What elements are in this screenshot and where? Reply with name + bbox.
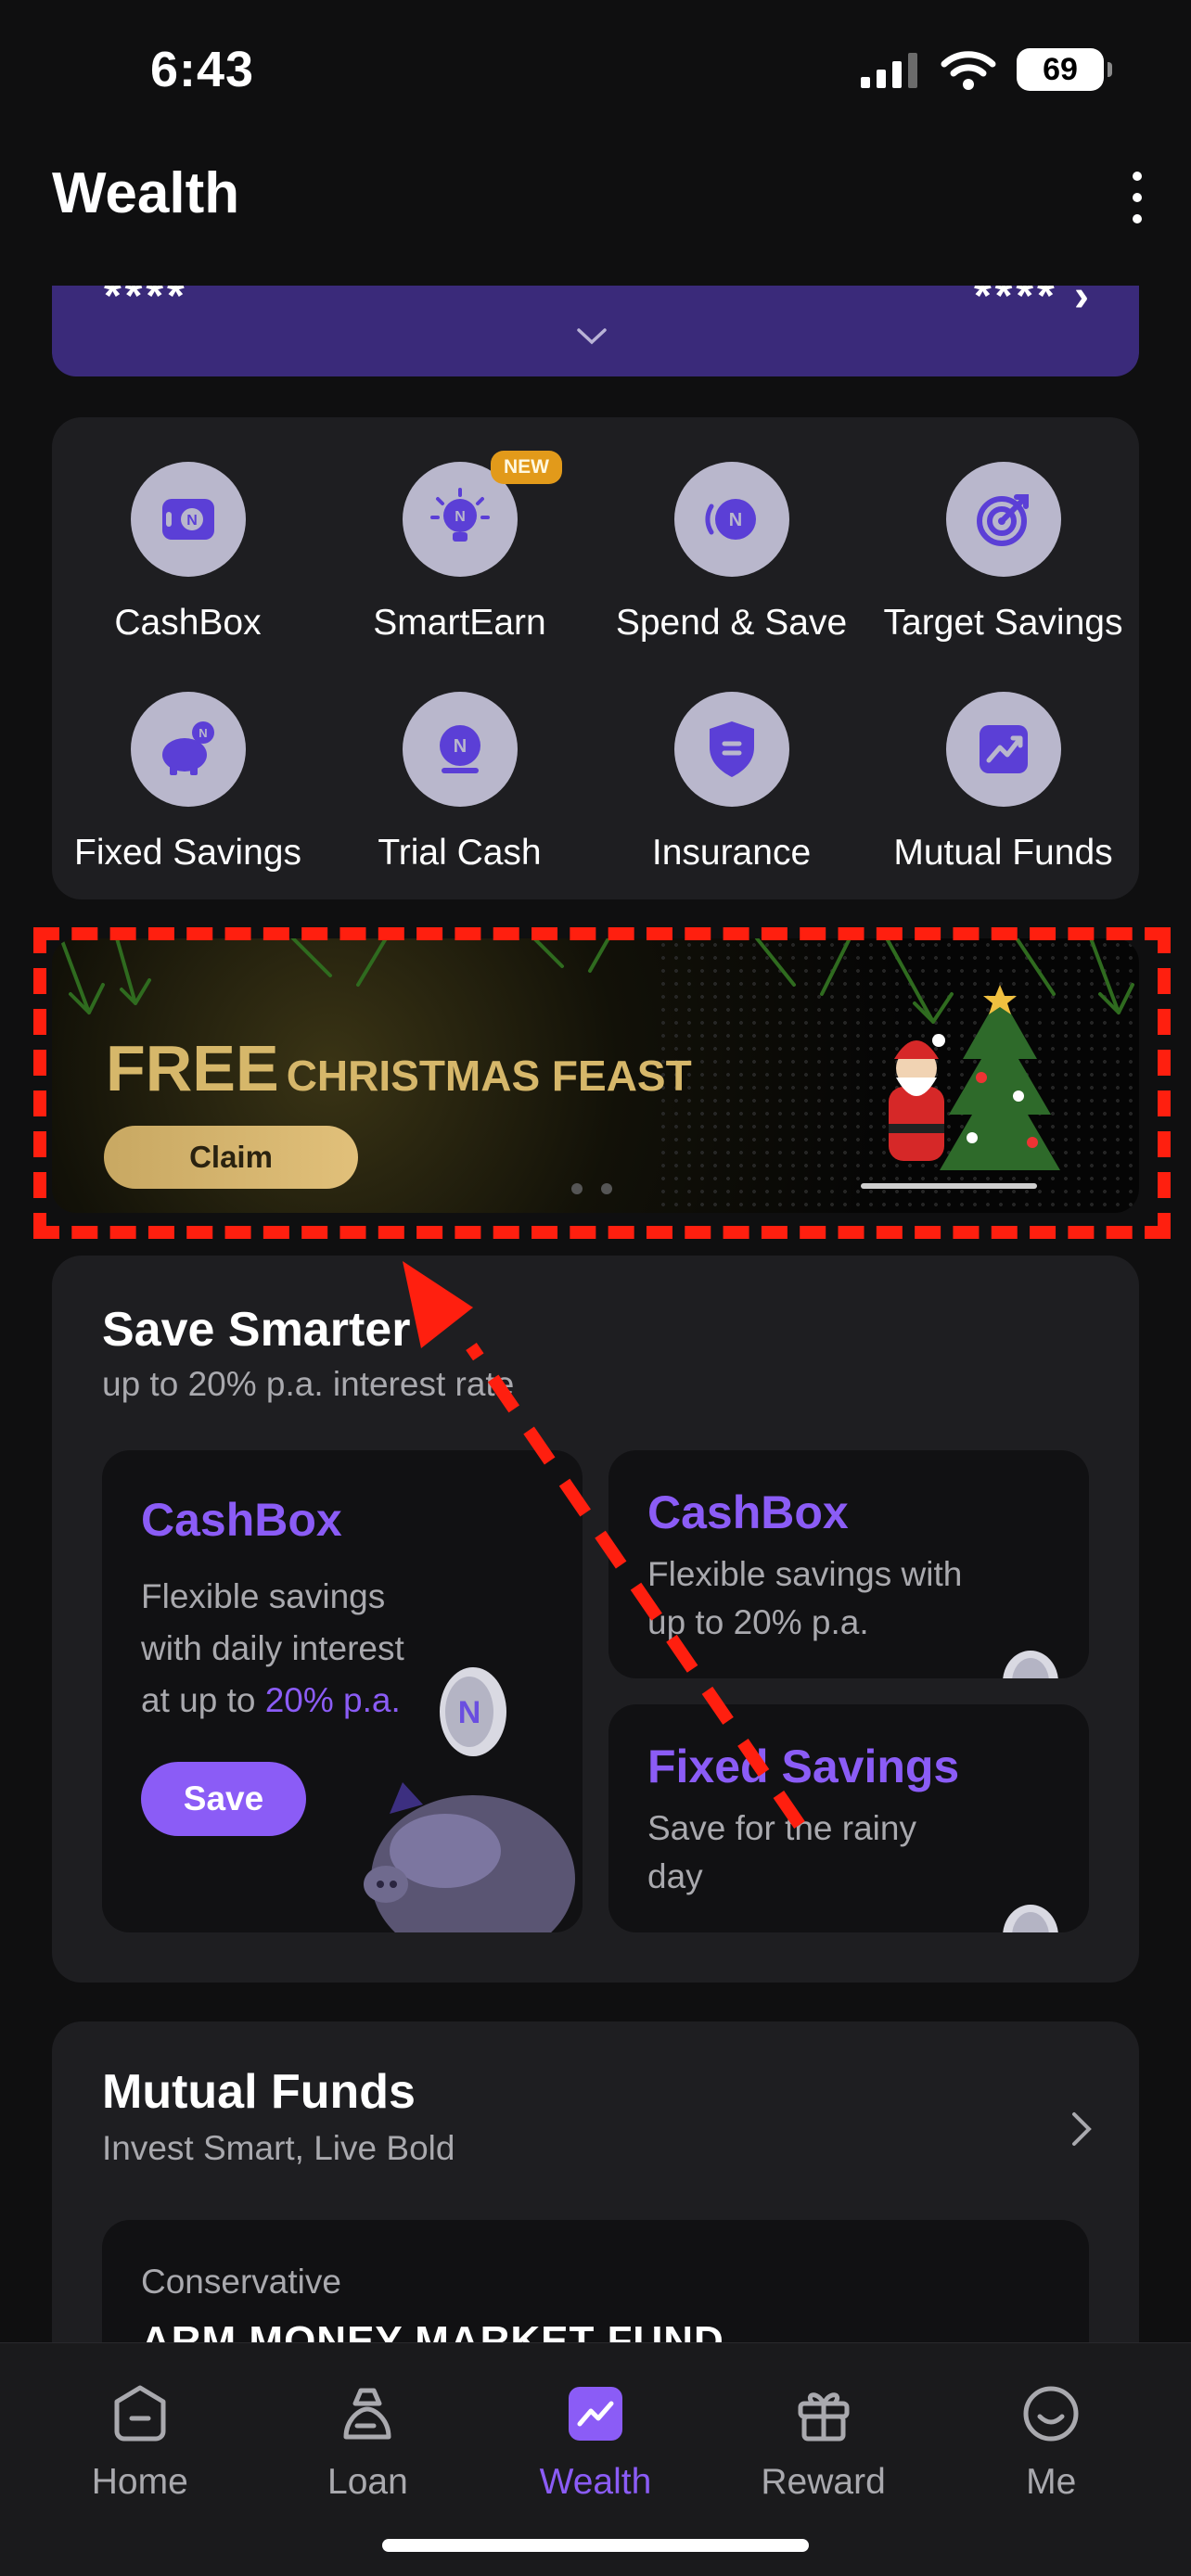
tile-desc-line: Flexible savings [141, 1577, 386, 1615]
quick-action-smartearn[interactable]: N NEW SmartEarn [324, 451, 596, 644]
section-subtitle: up to 20% p.a. interest rate [102, 1365, 515, 1403]
chevron-down-icon[interactable] [575, 326, 608, 347]
quick-action-spend-save[interactable]: N Spend & Save [596, 462, 867, 644]
nav-me[interactable]: Me [949, 2343, 1153, 2503]
save-button[interactable]: Save [141, 1762, 306, 1836]
target-icon [976, 494, 1029, 546]
home-icon [114, 2385, 166, 2442]
quick-action-label: Fixed Savings [74, 833, 301, 873]
tile-desc-line: Save for the rainy [647, 1809, 916, 1847]
tile-title: CashBox [647, 1486, 849, 1538]
cashbox-tile[interactable]: CashBox Flexible savings with up to 20% … [608, 1450, 1089, 1678]
status-time: 6:43 [150, 42, 255, 97]
coin-icon [1003, 1651, 1058, 1678]
lightbulb-icon: N [429, 488, 490, 542]
section-title: Mutual Funds [102, 2065, 416, 2119]
chart-up-icon [979, 725, 1028, 773]
quick-actions-card: N CashBox N NEW SmartEarn N Spend & Save… [52, 417, 1139, 899]
nav-label: Loan [327, 2462, 408, 2502]
wifi-icon [941, 51, 996, 90]
tile-desc-prefix: at up to [141, 1681, 265, 1719]
cashbox-feature-tile[interactable]: CashBox Flexible savings with daily inte… [102, 1450, 583, 1932]
wealth-icon [568, 2387, 622, 2441]
smile-icon [1023, 2386, 1079, 2442]
save-smarter-card: Save Smarter up to 20% p.a. interest rat… [52, 1256, 1139, 1983]
tile-title: Fixed Savings [647, 1741, 960, 1792]
banner-headline-rest: CHRISTMAS FEAST [286, 1052, 692, 1100]
loan-icon [343, 2388, 391, 2440]
svg-text:N: N [198, 726, 207, 740]
quick-action-label: Insurance [651, 833, 812, 873]
nav-label: Me [1026, 2462, 1077, 2502]
santa-christmas-tree-illustration [861, 985, 1060, 1189]
trial-cash-icon: N [439, 725, 480, 773]
quick-action-label: Mutual Funds [893, 833, 1113, 873]
svg-text:N: N [186, 513, 198, 529]
quick-action-label: Target Savings [883, 603, 1123, 643]
quick-action-label: CashBox [114, 603, 262, 643]
status-icons: 69 [861, 48, 1112, 91]
nav-reward[interactable]: Reward [722, 2343, 926, 2503]
tile-desc-line: day [647, 1857, 703, 1895]
shield-icon [709, 721, 754, 777]
nav-home[interactable]: Home [38, 2343, 242, 2503]
tile-description: Save for the rainy day [647, 1804, 916, 1901]
nav-loan[interactable]: Loan [265, 2343, 469, 2503]
spend-save-icon: N [704, 499, 756, 540]
nav-label: Home [91, 2462, 188, 2502]
cashbox-icon: N [161, 499, 214, 540]
masked-balance-right[interactable]: **** › [974, 286, 1093, 322]
quick-action-mutual-funds[interactable]: Mutual Funds [867, 692, 1139, 874]
quick-action-label: SmartEarn [373, 603, 546, 643]
quick-action-target-savings[interactable]: Target Savings [867, 462, 1139, 644]
quick-action-insurance[interactable]: Insurance [596, 692, 867, 874]
more-vertical-icon[interactable] [1126, 172, 1148, 223]
fixed-savings-tile[interactable]: Fixed Savings Save for the rainy day [608, 1704, 1089, 1932]
tile-title: CashBox [141, 1494, 342, 1546]
quick-action-fixed-savings[interactable]: N Fixed Savings [52, 692, 324, 874]
gift-icon [798, 2392, 850, 2442]
coin-icon [1003, 1905, 1058, 1932]
quick-action-trial-cash[interactable]: N Trial Cash [324, 692, 596, 874]
new-badge: NEW [491, 451, 562, 484]
chevron-right-icon: › [1074, 286, 1093, 321]
page-title: Wealth [52, 161, 240, 225]
piggy-bank-icon: N [161, 721, 214, 775]
fund-risk-level: Conservative [141, 2263, 341, 2301]
quick-action-label: Spend & Save [615, 603, 848, 643]
piggy-coin-illustration: N [364, 1667, 575, 1932]
masked-balance-left: **** [104, 286, 188, 321]
battery-indicator: 69 [1017, 48, 1112, 91]
tile-desc-line: up to 20% p.a. [647, 1603, 869, 1641]
tile-description: Flexible savings with up to 20% p.a. [647, 1550, 962, 1647]
promo-banner[interactable]: FREE CHRISTMAS FEAST Claim [52, 938, 1139, 1213]
quick-action-cashbox[interactable]: N CashBox [52, 462, 324, 644]
balance-card[interactable]: **** **** › [52, 286, 1139, 376]
chevron-right-icon[interactable] [1070, 2111, 1093, 2148]
svg-text:N: N [728, 510, 741, 530]
banner-pager [571, 1183, 612, 1194]
banner-headline-free: FREE [106, 1032, 279, 1104]
tile-desc-line: Flexible savings with [647, 1555, 963, 1593]
masked-balance-right-value: **** [973, 286, 1058, 321]
nav-label: Wealth [539, 2462, 652, 2502]
app-header: Wealth [0, 153, 1191, 264]
signal-icon [861, 53, 917, 88]
status-bar: 6:43 69 [0, 0, 1191, 139]
nav-wealth[interactable]: Wealth [493, 2343, 698, 2503]
claim-button[interactable]: Claim [104, 1126, 358, 1189]
section-title: Save Smarter [102, 1303, 411, 1357]
banner-headline: FREE CHRISTMAS FEAST [106, 1031, 692, 1105]
svg-text:N: N [458, 1695, 481, 1730]
section-subtitle: Invest Smart, Live Bold [102, 2129, 455, 2167]
nav-label: Reward [761, 2462, 886, 2502]
svg-text:N: N [455, 509, 466, 525]
home-indicator[interactable] [382, 2539, 809, 2552]
svg-text:N: N [453, 736, 466, 757]
quick-action-label: Trial Cash [378, 833, 542, 873]
